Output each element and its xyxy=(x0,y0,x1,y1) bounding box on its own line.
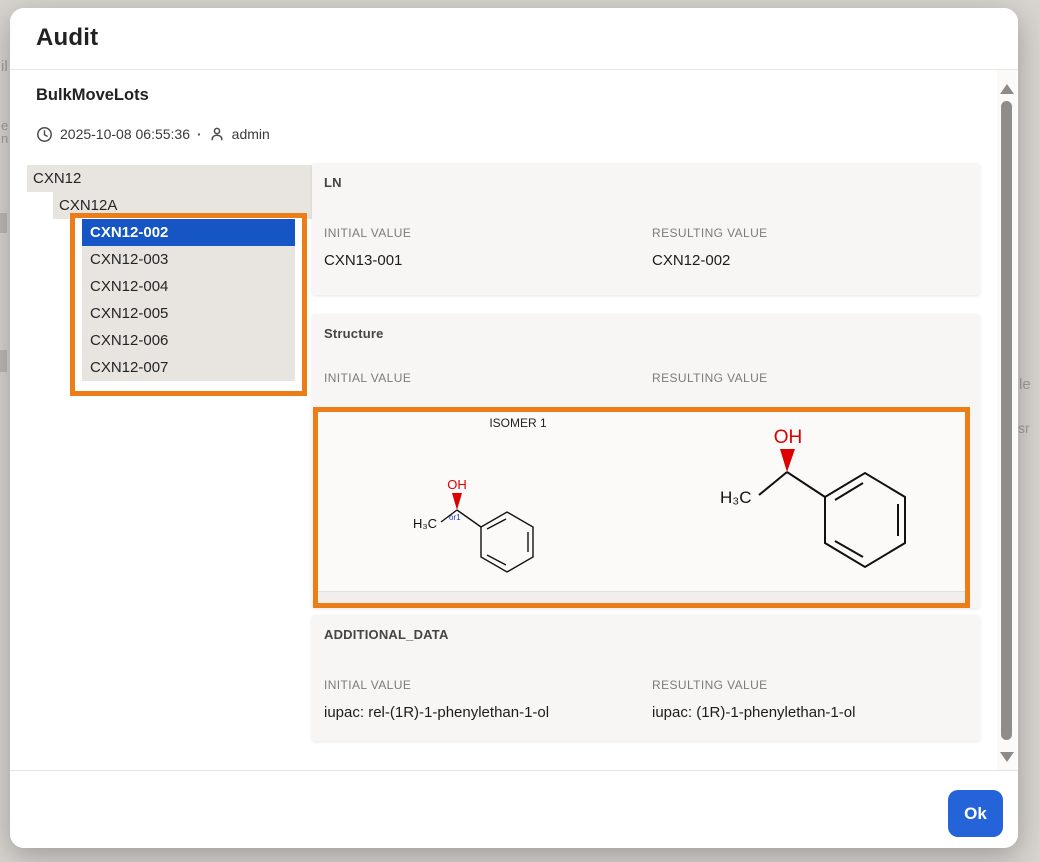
scroll-up-arrow-icon[interactable] xyxy=(1000,84,1014,94)
resulting-value-label: RESULTING VALUE xyxy=(652,678,768,692)
operation-title: BulkMoveLots xyxy=(36,86,149,105)
audit-meta: 2025-10-08 06:55:36 · admin xyxy=(36,124,270,144)
structure-highlight-box: ISOMER 1 H₃C OH or1 xyxy=(313,407,970,608)
resulting-value-label: RESULTING VALUE xyxy=(652,371,768,385)
scrollbar xyxy=(997,70,1017,770)
tree-lot-item[interactable]: CXN12-003 xyxy=(82,246,295,273)
panel-title: LN xyxy=(324,175,342,190)
initial-value: iupac: rel-(1R)-1-phenylethan-1-ol xyxy=(324,704,549,721)
panel-title: ADDITIONAL_DATA xyxy=(324,627,449,642)
ok-button[interactable]: Ok xyxy=(948,790,1003,837)
clock-icon xyxy=(36,126,53,143)
resulting-value: iupac: (1R)-1-phenylethan-1-ol xyxy=(652,704,855,721)
structure-footer-strip xyxy=(318,591,965,603)
molecule-drawings: H₃C OH or1 H₃C OH xyxy=(318,412,965,590)
stereo-flag-label: or1 xyxy=(449,513,461,522)
methyl-label: H₃C xyxy=(413,516,437,531)
scrollbar-thumb[interactable] xyxy=(1001,101,1012,740)
resulting-value: CXN12-002 xyxy=(652,252,730,269)
dialog-title: Audit xyxy=(36,24,98,52)
background-text-fragment: sr xyxy=(1018,420,1030,436)
initial-value-label: INITIAL VALUE xyxy=(324,226,411,240)
stereo-wedge-bond xyxy=(452,493,462,510)
background-text-fragment: n xyxy=(1,131,8,146)
meta-separator: · xyxy=(197,126,202,142)
hydroxyl-label: OH xyxy=(447,477,467,492)
panel-title: Structure xyxy=(324,326,384,341)
lots-highlight-box: CXN12-002 CXN12-003 CXN12-004 CXN12-005 … xyxy=(70,213,307,396)
tree-node-root[interactable]: CXN12 xyxy=(27,165,313,192)
background-text-fragment: il xyxy=(1,58,8,75)
background-divider xyxy=(0,350,7,372)
tree-lot-item[interactable]: CXN12-002 xyxy=(82,219,295,246)
change-panel-ln: LN INITIAL VALUE RESULTING VALUE CXN13-0… xyxy=(312,163,980,295)
background-divider xyxy=(0,213,7,233)
user-icon xyxy=(209,126,225,142)
tree-lot-item[interactable]: CXN12-007 xyxy=(82,354,295,381)
audit-user: admin xyxy=(232,126,270,142)
change-panel-additional-data: ADDITIONAL_DATA INITIAL VALUE RESULTING … xyxy=(312,615,980,741)
stereo-wedge-bond xyxy=(780,449,795,472)
dialog-header: Audit xyxy=(10,8,1018,70)
audit-timestamp: 2025-10-08 06:55:36 xyxy=(60,126,190,142)
scroll-down-arrow-icon[interactable] xyxy=(1000,752,1014,762)
initial-value: CXN13-001 xyxy=(324,252,402,269)
tree-lot-item[interactable]: CXN12-004 xyxy=(82,273,295,300)
methyl-label: H₃C xyxy=(720,488,751,507)
resulting-value-label: RESULTING VALUE xyxy=(652,226,768,240)
hydroxyl-label: OH xyxy=(774,427,803,448)
dialog-footer: Ok xyxy=(10,770,1018,848)
background-text-fragment: le xyxy=(1019,376,1031,393)
initial-value-label: INITIAL VALUE xyxy=(324,371,411,385)
initial-value-label: INITIAL VALUE xyxy=(324,678,411,692)
audit-dialog: Audit BulkMoveLots 2025-10-08 06:55:36 ·… xyxy=(10,8,1018,848)
tree-lot-item[interactable]: CXN12-006 xyxy=(82,327,295,354)
tree-lot-item[interactable]: CXN12-005 xyxy=(82,300,295,327)
